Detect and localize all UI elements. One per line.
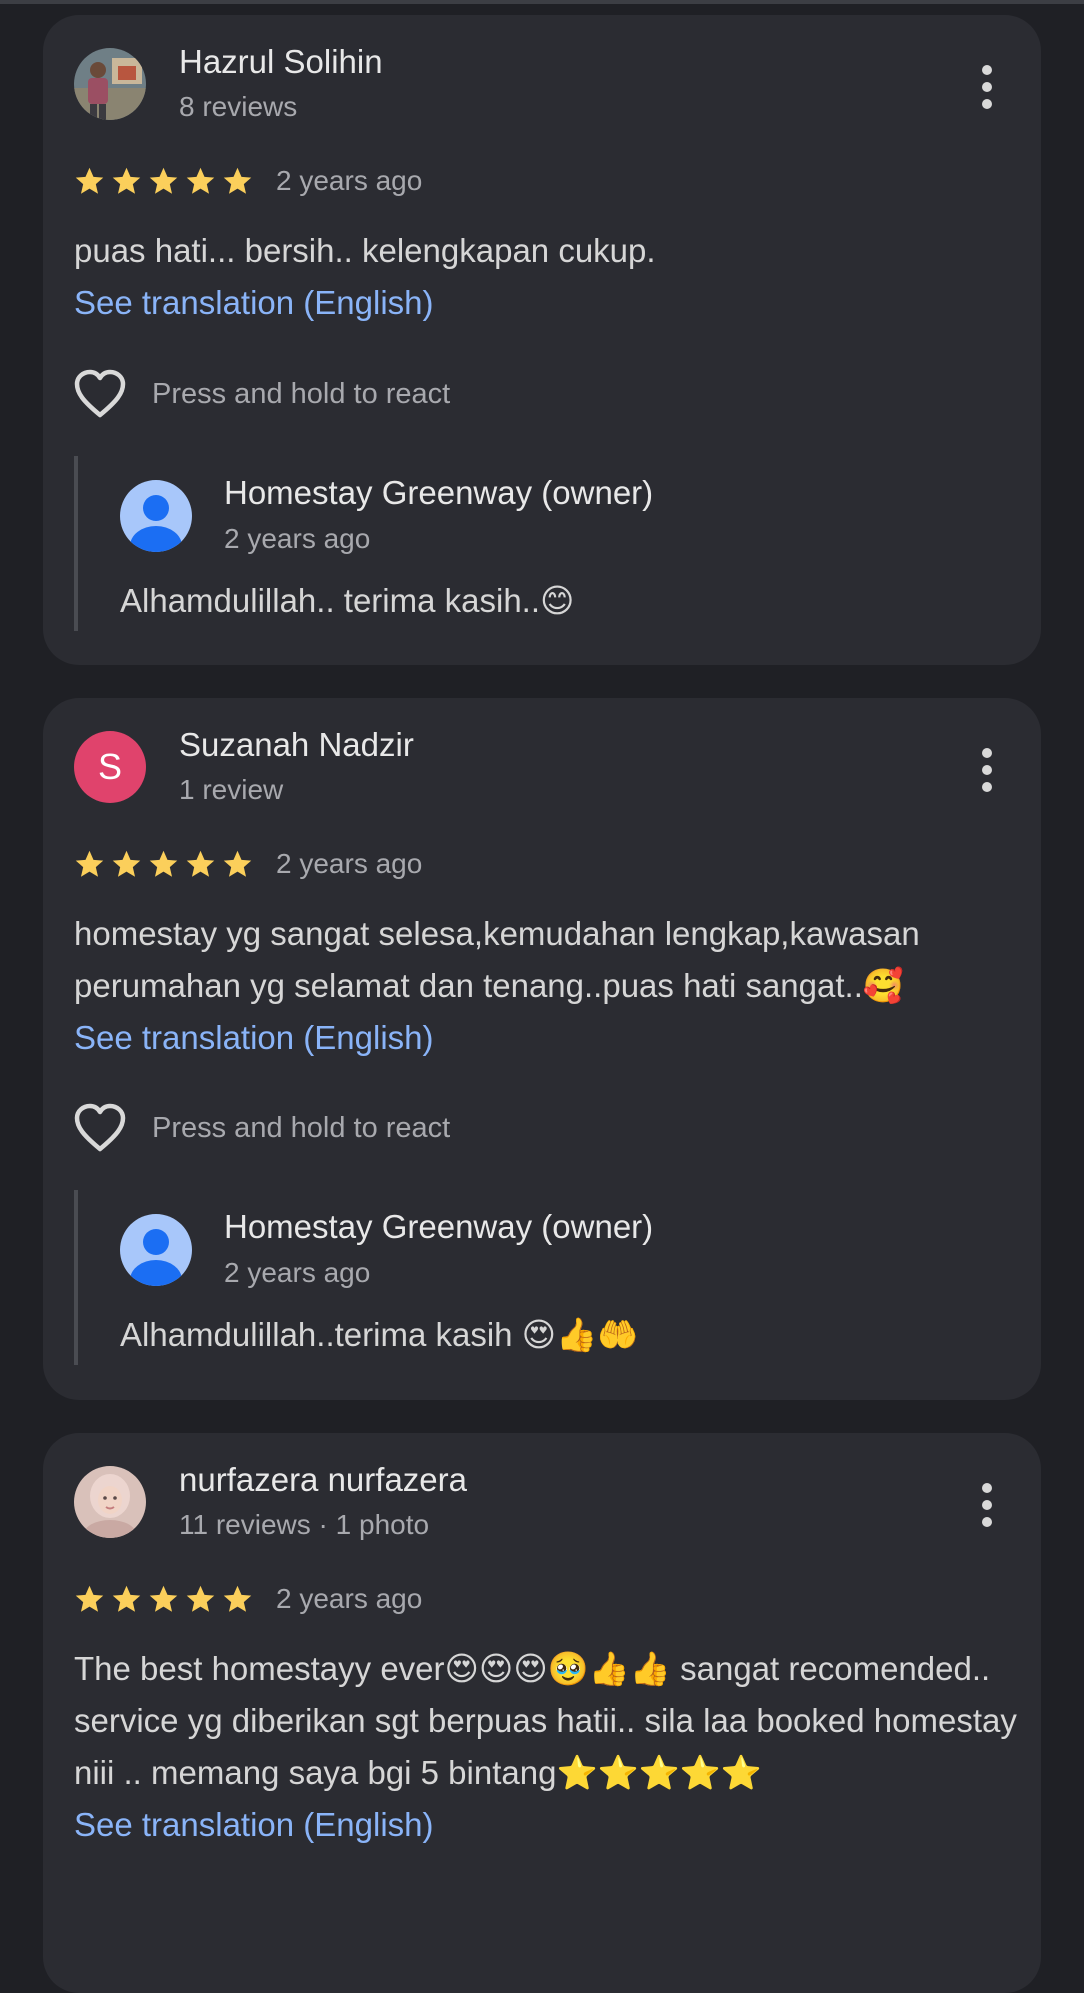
owner-name: Homestay Greenway (owner) [224, 474, 654, 511]
review-card: S Suzanah Nadzir 1 review 2 years ago ho… [43, 698, 1041, 1400]
star-icon [223, 167, 252, 194]
star-rating [73, 1583, 254, 1616]
star-icon [112, 850, 141, 877]
star-icon [112, 167, 141, 194]
more-vert-icon [982, 748, 992, 758]
review-text: homestay yg sangat selesa,kemudahan leng… [74, 915, 920, 1004]
reviewer-avatar[interactable] [74, 1466, 146, 1538]
owner-avatar [120, 1214, 192, 1286]
star-icon [186, 167, 215, 194]
more-options-button[interactable] [981, 1483, 993, 1527]
heart-outline-icon [74, 1103, 126, 1152]
review-body: The best homestayy ever😍😍😍🥹👍👍 sangat rec… [74, 1643, 1024, 1851]
review-time: 2 years ago [276, 1583, 423, 1614]
owner-reply: Homestay Greenway (owner) 2 years ago Al… [74, 1190, 998, 1365]
owner-name: Homestay Greenway (owner) [224, 1208, 654, 1245]
more-options-button[interactable] [981, 65, 993, 109]
star-icon [149, 1585, 178, 1612]
star-icon [223, 1585, 252, 1612]
heart-outline-icon [74, 369, 126, 418]
top-divider [0, 0, 1084, 4]
review-body: homestay yg sangat selesa,kemudahan leng… [74, 908, 1024, 1064]
more-vert-icon [982, 65, 992, 75]
reviewer-meta: 11 reviews · 1 photo [179, 1509, 430, 1540]
review-body: puas hati... bersih.. kelengkapan cukup.… [74, 225, 1024, 329]
star-icon [223, 850, 252, 877]
person-icon [130, 495, 182, 552]
rating-row: 2 years ago [73, 844, 422, 884]
owner-reply-text: Alhamdulillah.. terima kasih..😊 [120, 582, 575, 619]
owner-reply-time: 2 years ago [224, 523, 371, 554]
react-button[interactable]: Press and hold to react [73, 366, 450, 422]
reviewer-avatar[interactable] [74, 48, 146, 120]
review-text: The best homestayy ever😍😍😍🥹👍👍 sangat rec… [74, 1650, 1017, 1791]
review-text: puas hati... bersih.. kelengkapan cukup. [74, 232, 656, 269]
star-rating [73, 848, 254, 881]
star-icon [186, 1585, 215, 1612]
reviewer-name[interactable]: nurfazera nurfazera [179, 1461, 467, 1499]
star-icon [149, 167, 178, 194]
owner-avatar [120, 480, 192, 552]
star-icon [75, 1585, 104, 1612]
review-card: Hazrul Solihin 8 reviews 2 years ago pua… [43, 15, 1041, 665]
star-rating [73, 165, 254, 198]
reviewer-meta: 1 review [179, 774, 284, 805]
owner-reply: Homestay Greenway (owner) 2 years ago Al… [74, 456, 998, 631]
more-options-button[interactable] [981, 748, 993, 792]
review-time: 2 years ago [276, 165, 423, 196]
owner-reply-text: Alhamdulillah..terima kasih 😍👍🤲 [120, 1316, 639, 1353]
see-translation-link[interactable]: See translation (English) [74, 1799, 1024, 1851]
react-button[interactable]: Press and hold to react [73, 1100, 450, 1156]
more-vert-icon [982, 1483, 992, 1493]
see-translation-link[interactable]: See translation (English) [74, 1012, 1024, 1064]
person-icon [130, 1229, 182, 1286]
review-card: nurfazera nurfazera 11 reviews · 1 photo… [43, 1433, 1041, 1993]
star-icon [75, 850, 104, 877]
star-icon [149, 850, 178, 877]
react-label: Press and hold to react [152, 377, 451, 410]
review-time: 2 years ago [276, 848, 423, 879]
owner-reply-time: 2 years ago [224, 1257, 371, 1288]
see-translation-link[interactable]: See translation (English) [74, 277, 1024, 329]
reviewer-name[interactable]: Suzanah Nadzir [179, 726, 414, 764]
star-icon [112, 1585, 141, 1612]
react-label: Press and hold to react [152, 1111, 451, 1144]
rating-row: 2 years ago [73, 1579, 422, 1619]
reviewer-avatar[interactable]: S [74, 731, 146, 803]
reviewer-meta: 8 reviews [179, 91, 298, 122]
rating-row: 2 years ago [73, 161, 422, 201]
reviewer-name[interactable]: Hazrul Solihin [179, 43, 383, 81]
star-icon [186, 850, 215, 877]
star-icon [75, 167, 104, 194]
